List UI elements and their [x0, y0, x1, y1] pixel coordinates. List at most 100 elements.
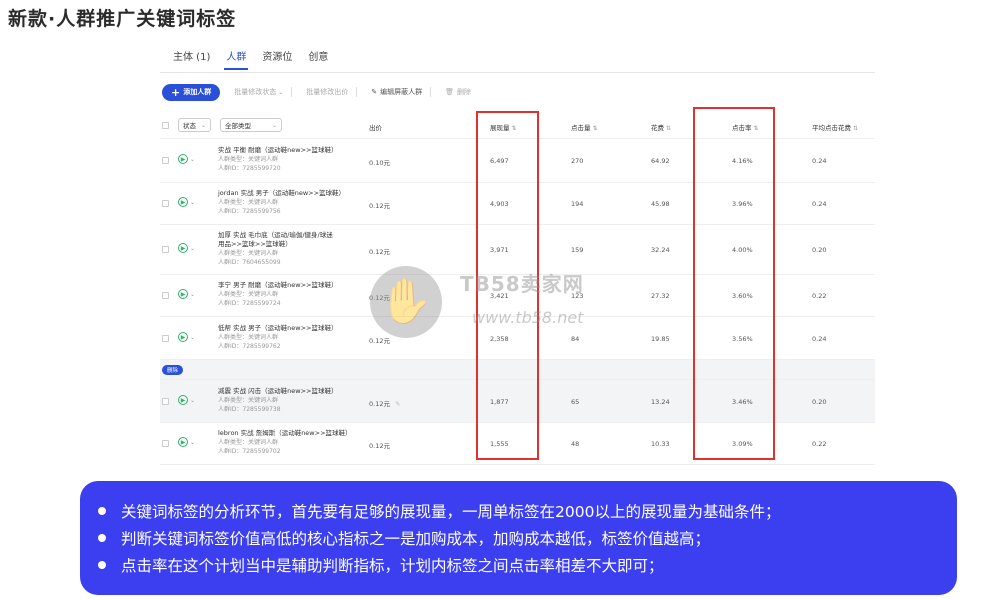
row-status[interactable]: ▶ ⌄	[178, 197, 195, 207]
play-icon: ▶	[178, 154, 188, 164]
avg-cpc-value: 0.20	[812, 246, 827, 254]
status-filter[interactable]: 状态 ⌄	[178, 118, 211, 132]
play-icon: ▶	[178, 289, 188, 299]
play-icon: ▶	[178, 395, 188, 405]
chevron-down-icon: ⌄	[190, 333, 196, 341]
row-checkbox[interactable]	[162, 200, 169, 207]
audience-info: 减震 实战 闪击（运动鞋new>>篮球鞋） 人群类型：关键词人群 人群ID：72…	[218, 387, 337, 414]
bid-value[interactable]: 0.12元	[369, 335, 390, 345]
row-checkbox[interactable]	[162, 440, 169, 447]
avg-cpc-value: 0.24	[812, 335, 827, 343]
type-filter[interactable]: 全部类型 ⌄	[220, 118, 282, 132]
audience-name: 实战 平衡 耐磨（运动鞋new>>篮球鞋）	[218, 146, 338, 154]
row-status[interactable]: ▶ ⌄	[178, 154, 195, 164]
audience-id: 人群ID：7285599738	[218, 406, 281, 413]
bullet-icon	[98, 506, 106, 515]
sort-icon: ⇅	[853, 125, 859, 132]
row-checkbox[interactable]	[162, 292, 169, 299]
row-status[interactable]: ▶ ⌄	[178, 395, 195, 405]
ctr-highlight-box	[693, 107, 775, 460]
row-status[interactable]: ▶ ⌄	[178, 332, 195, 342]
audience-info: 李宁 男子 耐磨（运动鞋new>>篮球鞋） 人群类型：关键词人群 人群ID：72…	[218, 281, 337, 308]
tab-audience[interactable]: 人群	[218, 50, 254, 72]
notes-panel: 关键词标签的分析环节，首先要有足够的展现量，一周单标签在2000以上的展现量为基…	[80, 481, 957, 595]
tab-resource[interactable]: 资源位	[254, 50, 300, 72]
col-cost[interactable]: 花费 ⇅	[651, 122, 671, 132]
tab-subject[interactable]: 主体 (1)	[165, 50, 218, 72]
type-filter-label: 全部类型	[225, 122, 251, 130]
play-icon: ▶	[178, 437, 188, 447]
row-status[interactable]: ▶ ⌄	[178, 437, 195, 447]
bid-value[interactable]: 0.12元	[369, 440, 390, 450]
play-icon: ▶	[178, 243, 188, 253]
audience-type: 人群类型：关键词人群	[218, 199, 279, 206]
bid-value[interactable]: 0.10元	[369, 157, 390, 167]
bulk-status-dropdown[interactable]: 批量修改状态 ⌄	[234, 87, 283, 97]
audience-id: 人群ID：7285599762	[218, 343, 281, 350]
avg-cpc-value: 0.22	[812, 292, 827, 300]
toolbar-divider	[291, 87, 293, 97]
clicks-value: 194	[571, 200, 584, 208]
note-text: 判断关键词标签价值高低的核心指标之一是加购成本，加购成本越低，标签价值越高；	[121, 529, 711, 548]
delete-label: 删除	[457, 88, 472, 96]
avg-cpc-value: 0.24	[812, 200, 827, 208]
select-all-checkbox[interactable]	[162, 122, 169, 129]
chevron-down-icon: ⌄	[278, 88, 284, 96]
add-audience-button[interactable]: + 添加人群	[162, 83, 221, 101]
bid-value[interactable]: 0.12元	[369, 246, 390, 256]
delete-button[interactable]: 🗑 删除	[445, 87, 471, 97]
col-clicks-label: 点击量	[571, 124, 591, 132]
status-filter-label: 状态	[183, 122, 196, 130]
tab-bar: 主体 (1) 人群 资源位 创意	[165, 50, 336, 74]
audience-name: 低帮 实战 男子（运动鞋new>>篮球鞋）	[218, 324, 338, 332]
page-title: 新款·人群推广关键词标签	[8, 8, 237, 30]
bullet-icon	[98, 560, 106, 569]
bid-value-text: 0.12元	[369, 400, 390, 408]
edit-block-label: 编辑屏蔽人群	[380, 88, 423, 96]
audience-id: 人群ID：7285599720	[218, 165, 281, 172]
edit-block-button[interactable]: ✎ 编辑屏蔽人群	[371, 87, 422, 97]
bid-value[interactable]: 0.12元 ✎	[369, 398, 401, 408]
note-text: 点击率在这个计划当中是辅助判断指标，计划内标签之间点击率相差不大即可；	[121, 556, 664, 575]
col-avg-cpc[interactable]: 平均点击花费 ⇅	[812, 122, 858, 132]
audience-type: 人群类型：关键词人群	[218, 156, 279, 163]
col-cost-label: 花费	[651, 124, 664, 132]
row-status[interactable]: ▶ ⌄	[178, 243, 195, 253]
bullet-icon	[98, 533, 106, 542]
status-badge[interactable]: 删除	[162, 365, 184, 375]
row-checkbox[interactable]	[162, 157, 169, 164]
audience-type: 人群类型：关键词人群	[218, 397, 279, 404]
toolbar: + 添加人群 批量修改状态 ⌄ 批量修改出价 ✎ 编辑屏蔽人群 🗑 删除	[162, 83, 471, 101]
col-bid: 出价	[369, 124, 382, 132]
tabs-divider	[160, 72, 875, 73]
edit-icon[interactable]: ✎	[395, 400, 400, 408]
play-icon: ▶	[178, 332, 188, 342]
audience-info: 加厚 实战 毛巾底（运动/瑜伽/健身/球迷用品>>篮球>>篮球鞋） 人群类型：关…	[218, 231, 338, 267]
bid-value[interactable]: 0.12元	[369, 292, 390, 302]
audience-name: 加厚 实战 毛巾底（运动/瑜伽/健身/球迷用品>>篮球>>篮球鞋）	[218, 231, 333, 248]
add-audience-label: 添加人群	[183, 88, 212, 96]
clicks-value: 123	[571, 292, 584, 300]
avg-cpc-value: 0.20	[812, 398, 827, 406]
row-checkbox[interactable]	[162, 335, 169, 342]
audience-name: lebron 实战 詹姆斯（运动鞋new>>篮球鞋）	[218, 429, 352, 437]
clicks-value: 48	[571, 440, 580, 448]
row-checkbox[interactable]	[162, 398, 169, 405]
tab-creative[interactable]: 创意	[300, 50, 336, 72]
note-text: 关键词标签的分析环节，首先要有足够的展现量，一周单标签在2000以上的展现量为基…	[121, 502, 781, 521]
audience-name: 减震 实战 闪击（运动鞋new>>篮球鞋）	[218, 387, 338, 395]
cost-value: 27.32	[651, 292, 670, 300]
row-checkbox[interactable]	[162, 246, 169, 253]
edit-icon: ✎	[371, 88, 378, 96]
col-clicks[interactable]: 点击量 ⇅	[571, 122, 598, 132]
cost-value: 10.33	[651, 440, 670, 448]
bulk-bid-button[interactable]: 批量修改出价	[306, 87, 348, 97]
bid-value[interactable]: 0.12元	[369, 200, 390, 210]
sort-icon: ⇅	[592, 125, 598, 132]
audience-name: jordan 实战 男子（运动鞋new>>篮球鞋）	[218, 189, 346, 197]
sort-icon: ⇅	[666, 125, 672, 132]
cost-value: 45.98	[651, 200, 670, 208]
chevron-down-icon: ⌄	[190, 396, 196, 404]
audience-type: 人群类型：关键词人群	[218, 439, 279, 446]
row-status[interactable]: ▶ ⌄	[178, 289, 195, 299]
